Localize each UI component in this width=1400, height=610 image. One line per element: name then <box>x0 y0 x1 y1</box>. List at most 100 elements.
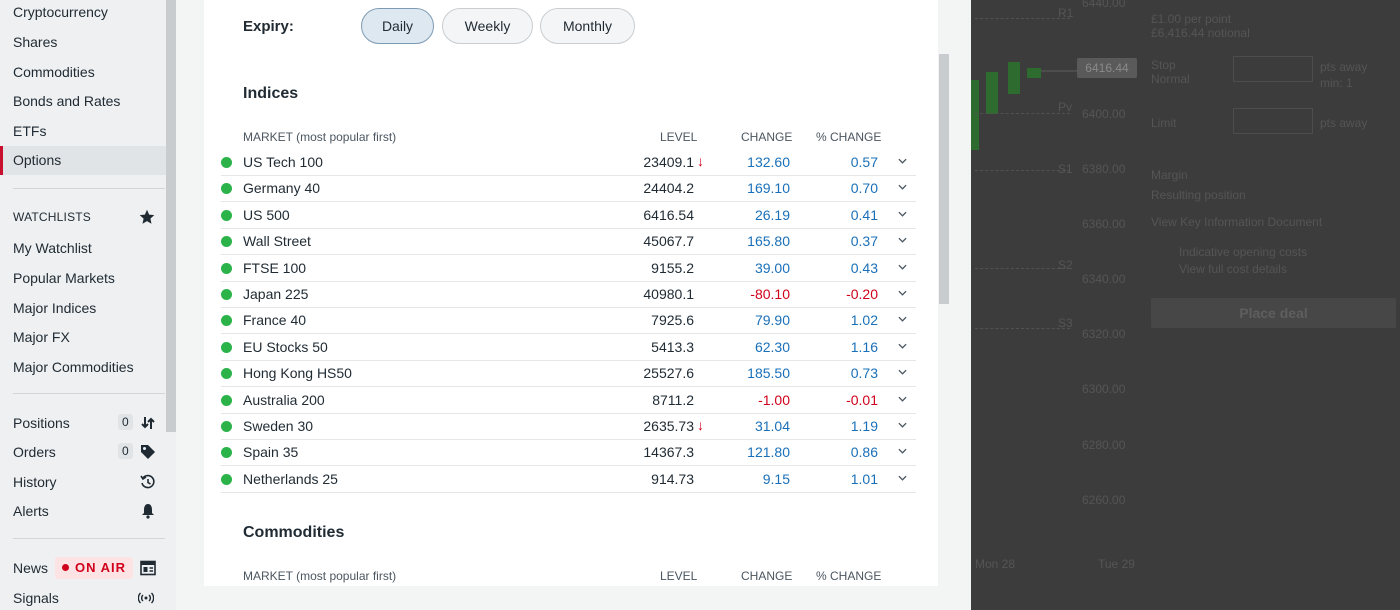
price-axis-label: 6400.00 <box>1082 107 1126 121</box>
cost-details-link[interactable]: View full cost details <box>1179 262 1287 276</box>
market-pct-change: -0.01 <box>846 391 878 408</box>
market-change: 185.50 <box>747 365 790 382</box>
table-row[interactable]: Australia 200 8711.2 -1.00 -0.01 <box>221 388 916 414</box>
market-name[interactable]: Germany 40 <box>243 180 320 196</box>
sidebar-item-etfs[interactable]: ETFs <box>13 123 46 139</box>
chevron-down-icon[interactable] <box>898 264 907 270</box>
table-row[interactable]: Hong Kong HS50 25527.6 185.50 0.73 <box>221 361 916 388</box>
sidebar-item-popular-markets[interactable]: Popular Markets <box>13 270 115 286</box>
table-row[interactable]: Netherlands 25 914.73 9.15 1.01 <box>221 467 916 493</box>
on-air-label: ON AIR <box>75 560 127 575</box>
sidebar-item-news[interactable]: News <box>13 560 48 576</box>
stop-pts-away-select[interactable]: pts away <box>1320 60 1367 74</box>
sidebar-item-orders[interactable]: Orders <box>13 444 56 460</box>
on-air-badge[interactable]: ON AIR <box>55 557 134 579</box>
positions-count-badge: 0 <box>118 414 133 430</box>
limit-pts-away-select[interactable]: pts away <box>1320 116 1367 130</box>
stop-type-select[interactable]: Normal <box>1151 72 1190 86</box>
stop-distance-input[interactable] <box>1233 56 1313 82</box>
sidebar-item-my-watchlist[interactable]: My Watchlist <box>13 240 92 256</box>
sidebar-divider <box>13 393 165 394</box>
sidebar-scrollbar[interactable] <box>166 0 176 432</box>
chevron-down-icon[interactable] <box>898 396 907 402</box>
chevron-down-icon[interactable] <box>898 158 907 164</box>
market-name[interactable]: Hong Kong HS50 <box>243 365 352 381</box>
chevron-down-icon[interactable] <box>898 369 907 375</box>
table-row[interactable]: FTSE 100 9155.2 39.00 0.43 <box>221 256 916 282</box>
sidebar-item-bonds-and-rates[interactable]: Bonds and Rates <box>13 93 120 109</box>
table-row[interactable]: Germany 40 24404.2 169.10 0.70 <box>221 176 916 203</box>
market-name[interactable]: Wall Street <box>243 233 311 249</box>
market-change: 121.80 <box>747 444 790 461</box>
table-row[interactable]: Spain 35 14367.3 121.80 0.86 <box>221 440 916 467</box>
chevron-down-icon[interactable] <box>898 448 907 455</box>
chevron-down-icon[interactable] <box>898 184 907 191</box>
expiry-monthly-button[interactable]: Monthly <box>540 8 635 44</box>
table-row[interactable]: Sweden 30 2635.73 ↓ 31.04 1.19 <box>221 414 916 440</box>
table-row[interactable]: Japan 225 40980.1 -80.10 -0.20 <box>221 282 916 308</box>
limit-distance-input[interactable] <box>1233 108 1313 134</box>
chart-level-mark: S2 <box>1058 258 1073 272</box>
market-name[interactable]: EU Stocks 50 <box>243 339 328 355</box>
sidebar-item-positions[interactable]: Positions <box>13 415 70 431</box>
sidebar-item-cryptocurrency[interactable]: Cryptocurrency <box>13 4 108 20</box>
place-deal-button[interactable]: Place deal <box>1151 298 1396 328</box>
chevron-down-icon[interactable] <box>898 343 907 349</box>
price-axis-label: 6340.00 <box>1082 272 1126 286</box>
sidebar-item-major-commodities[interactable]: Major Commodities <box>13 359 134 375</box>
limit-label: Limit <box>1151 116 1177 130</box>
sidebar-item-signals[interactable]: Signals <box>13 590 59 606</box>
market-name[interactable]: US Tech 100 <box>243 154 323 170</box>
sidebar-item-options[interactable]: Options <box>13 152 61 168</box>
key-information-document-link[interactable]: View Key Information Document <box>1151 215 1322 229</box>
market-name[interactable]: FTSE 100 <box>243 260 306 276</box>
market-name[interactable]: Netherlands 25 <box>243 471 338 487</box>
market-pct-change: 1.16 <box>850 338 878 355</box>
sidebar-item-history[interactable]: History <box>13 474 57 490</box>
table-row[interactable]: EU Stocks 50 5413.3 62.30 1.16 <box>221 335 916 361</box>
sidebar-item-major-fx[interactable]: Major FX <box>13 329 70 345</box>
chevron-down-icon[interactable] <box>898 211 907 217</box>
tag-icon <box>141 445 155 459</box>
stop-min-note: min: 1 <box>1320 76 1353 90</box>
expiry-daily-button[interactable]: Daily <box>361 8 434 44</box>
chevron-down-icon[interactable] <box>898 316 907 323</box>
sidebar-item-shares[interactable]: Shares <box>13 34 57 50</box>
table-row[interactable]: US Tech 100 23409.1 ↓ 132.60 0.57 <box>221 150 916 176</box>
expiry-weekly-button[interactable]: Weekly <box>442 8 533 44</box>
star-icon[interactable] <box>139 209 155 225</box>
table-row[interactable]: Wall Street 45067.7 165.80 0.37 <box>221 229 916 256</box>
market-change: 165.80 <box>747 233 790 250</box>
market-name[interactable]: US 500 <box>243 207 290 223</box>
market-level: 45067.7 <box>643 233 694 250</box>
chart-candle <box>986 72 998 114</box>
sidebar-item-commodities[interactable]: Commodities <box>13 64 95 80</box>
market-name[interactable]: France 40 <box>243 312 306 328</box>
sidebar-divider <box>13 188 165 189</box>
column-header-market: MARKET (most popular first) <box>243 569 397 583</box>
market-name[interactable]: Japan 225 <box>243 286 308 302</box>
watchlists-caption: WATCHLISTS <box>13 210 92 224</box>
market-status-dot <box>221 289 232 300</box>
market-change: 39.00 <box>754 259 790 276</box>
margin-label: Margin <box>1151 168 1188 182</box>
market-name[interactable]: Australia 200 <box>243 392 325 408</box>
chevron-down-icon[interactable] <box>898 290 907 296</box>
market-name[interactable]: Sweden 30 <box>243 418 313 434</box>
sidebar-item-major-indices[interactable]: Major Indices <box>13 300 96 316</box>
expiry-label: Expiry: <box>243 18 294 35</box>
market-status-dot <box>221 209 232 221</box>
market-level: 914.73 <box>651 470 694 487</box>
bell-icon <box>142 504 154 519</box>
market-pct-change: 1.01 <box>850 470 878 487</box>
chevron-down-icon[interactable] <box>898 422 907 428</box>
panel-scrollbar-thumb[interactable] <box>939 54 949 304</box>
sidebar-item-alerts[interactable]: Alerts <box>13 503 49 519</box>
chevron-down-icon[interactable] <box>898 475 907 481</box>
market-pct-change: 0.43 <box>850 259 878 276</box>
table-row[interactable]: France 40 7925.6 79.90 1.02 <box>221 308 916 335</box>
market-name[interactable]: Spain 35 <box>243 444 298 460</box>
chevron-down-icon[interactable] <box>898 237 907 243</box>
table-row[interactable]: US 500 6416.54 26.19 0.41 <box>221 203 916 229</box>
market-level: 7925.6 <box>651 312 694 329</box>
